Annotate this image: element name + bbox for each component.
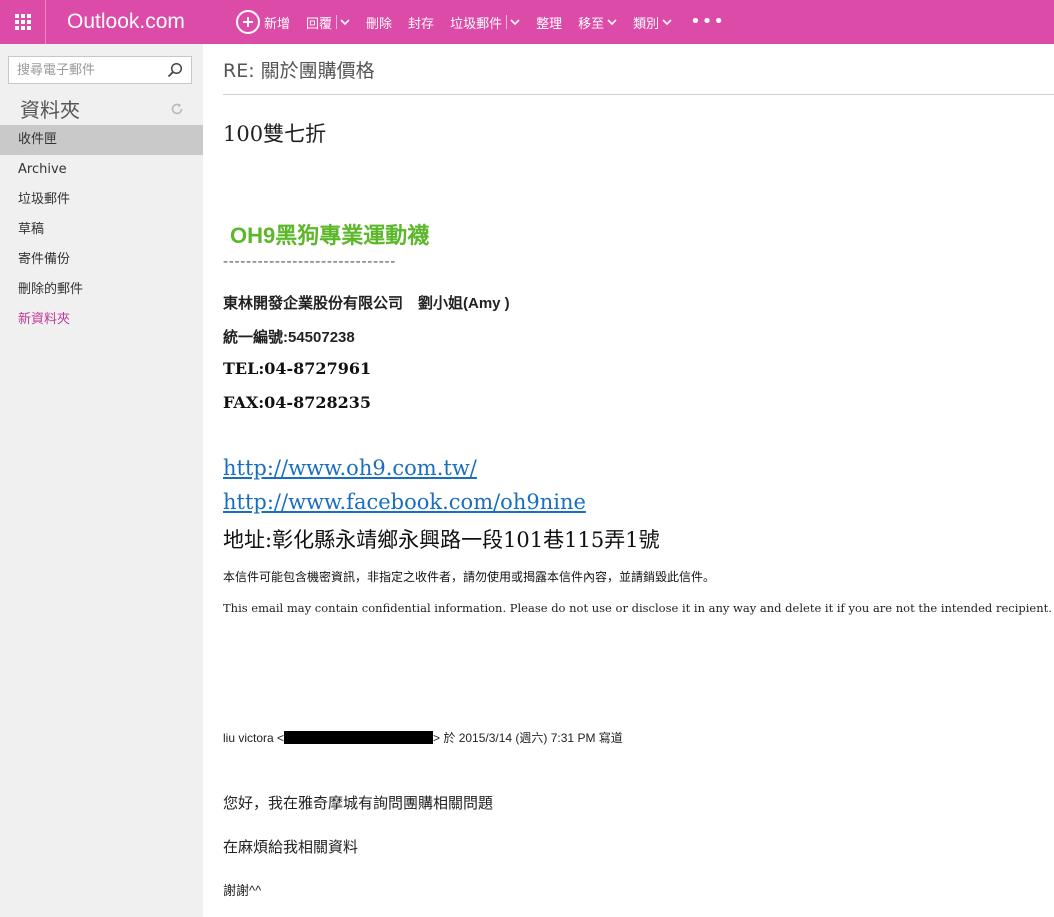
- quote-sender: liu victora <: [223, 731, 285, 745]
- move-label: 移至: [578, 16, 605, 32]
- sweep-label: 整理: [536, 16, 563, 32]
- sidebar-item-archive[interactable]: Archive: [0, 155, 203, 185]
- archive-label: 封存: [408, 16, 435, 32]
- quote-date: > 於 2015/3/14 (週六) 7:31 PM 寫道: [433, 731, 623, 745]
- new-button[interactable]: 新增: [232, 0, 298, 44]
- chevron-down-icon: [607, 19, 617, 26]
- chevron-down-icon: [662, 19, 672, 26]
- delete-label: 刪除: [366, 16, 393, 32]
- sidebar: 資料夾 收件匣 Archive 垃圾郵件 草稿 寄件備份 刪除的郵件 新資料夾: [0, 44, 203, 917]
- sweep-button[interactable]: 整理: [528, 0, 570, 44]
- divider: [336, 15, 338, 29]
- search-box: [8, 56, 192, 84]
- message-subject: RE: 關於團購價格: [223, 60, 375, 82]
- divider: [223, 94, 1054, 95]
- app-launcher-icon[interactable]: [0, 0, 46, 44]
- reply-label: 回覆: [306, 16, 333, 32]
- signature-fax: FAX:04-8728235: [223, 393, 371, 412]
- signature-brand: OH9黑狗專業運動襪: [230, 223, 430, 248]
- quote-line: 您好，我在雅奇摩城有詢問團購相關問題: [223, 795, 494, 812]
- signature-address: 地址:彰化縣永靖鄉永興路一段101巷115弄1號: [223, 528, 660, 552]
- website-link[interactable]: http://www.oh9.com.tw/: [223, 456, 477, 480]
- sidebar-item-new-folder[interactable]: 新資料夾: [0, 305, 203, 335]
- sidebar-item-drafts[interactable]: 草稿: [0, 215, 203, 245]
- more-options-icon[interactable]: •••: [680, 0, 735, 44]
- chevron-down-icon[interactable]: [340, 17, 350, 27]
- chevron-down-icon[interactable]: [510, 17, 520, 27]
- refresh-icon[interactable]: [170, 102, 184, 116]
- reading-pane: RE: 關於團購價格 100雙七折 OH9黑狗專業運動襪 -----------…: [203, 44, 1054, 917]
- reply-button[interactable]: 回覆: [298, 0, 358, 44]
- sidebar-item-inbox[interactable]: 收件匣: [0, 125, 203, 155]
- folder-list: 收件匣 Archive 垃圾郵件 草稿 寄件備份 刪除的郵件 新資料夾: [0, 125, 203, 335]
- disclaimer-chinese: 本信件可能包含機密資訊，非指定之收件者，請勿使用或揭露本信件內容，並請銷毀此信件…: [223, 570, 716, 584]
- junk-label: 垃圾郵件: [450, 16, 503, 32]
- app-title[interactable]: Outlook.com: [67, 10, 232, 34]
- signature-tax-id: 統一編號:54507238: [223, 329, 355, 346]
- archive-button[interactable]: 封存: [400, 0, 442, 44]
- search-icon[interactable]: [167, 62, 183, 78]
- junk-button[interactable]: 垃圾郵件: [442, 0, 528, 44]
- plus-icon: [236, 10, 260, 34]
- message-line: 100雙七折: [223, 122, 327, 146]
- top-bar: Outlook.com 新增 回覆 刪除 封存 垃圾郵件 整理 移至 類別 ••…: [0, 0, 1054, 44]
- search-input[interactable]: [9, 57, 159, 83]
- signature-tel: TEL:04-8727961: [223, 359, 372, 378]
- category-label: 類別: [633, 16, 660, 32]
- redacted-email: [284, 731, 434, 744]
- sidebar-item-junk[interactable]: 垃圾郵件: [0, 185, 203, 215]
- disclaimer-english: This email may contain confidential info…: [223, 601, 1052, 615]
- sidebar-item-deleted[interactable]: 刪除的郵件: [0, 275, 203, 305]
- command-bar: 新增 回覆 刪除 封存 垃圾郵件 整理 移至 類別 •••: [232, 0, 735, 44]
- sidebar-item-sent[interactable]: 寄件備份: [0, 245, 203, 275]
- quote-line: 在麻煩給我相關資料: [223, 839, 359, 856]
- divider: [506, 15, 508, 29]
- quote-line: 謝謝^^: [223, 883, 262, 898]
- signature-divider: ------------------------------: [223, 252, 397, 270]
- facebook-link[interactable]: http://www.facebook.com/oh9nine: [223, 490, 586, 514]
- folders-heading: 資料夾: [20, 98, 80, 122]
- signature-company: 東林開發企業股份有限公司 劉小姐(Amy ): [223, 295, 510, 312]
- category-button[interactable]: 類別: [625, 0, 680, 44]
- delete-button[interactable]: 刪除: [358, 0, 400, 44]
- move-to-button[interactable]: 移至: [570, 0, 625, 44]
- quote-header: liu victora < > 於 2015/3/14 (週六) 7:31 PM …: [223, 729, 623, 746]
- new-label: 新增: [264, 16, 291, 32]
